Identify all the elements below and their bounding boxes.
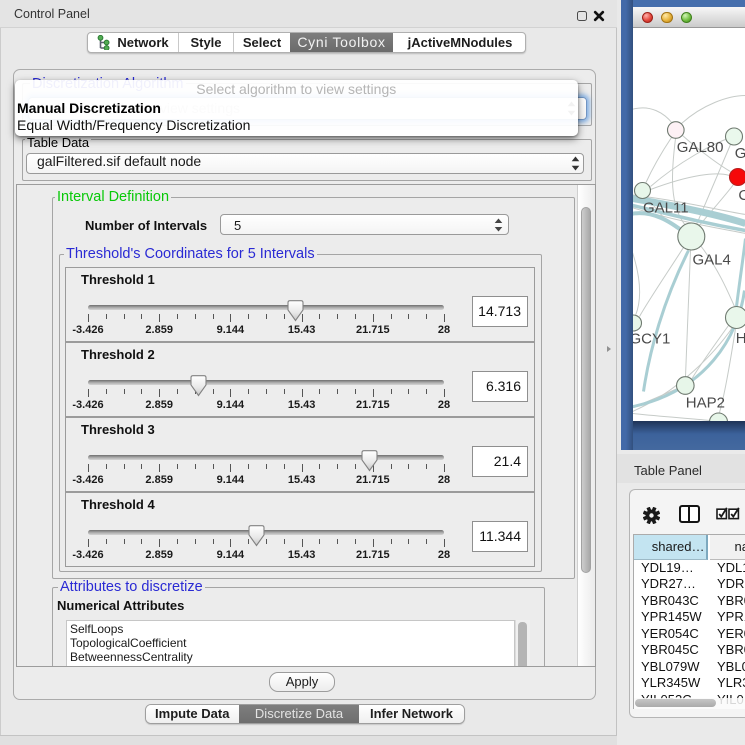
svg-text:C: C bbox=[738, 187, 745, 204]
svg-text:GAL11: GAL11 bbox=[643, 199, 689, 216]
svg-text:GCY1: GCY1 bbox=[633, 330, 670, 347]
svg-text:GA: GA bbox=[734, 145, 745, 162]
svg-text:GAL4: GAL4 bbox=[692, 251, 730, 268]
svg-text:H: H bbox=[735, 330, 745, 347]
svg-text:HAP2: HAP2 bbox=[685, 394, 724, 411]
svg-text:GAL80: GAL80 bbox=[676, 139, 723, 156]
